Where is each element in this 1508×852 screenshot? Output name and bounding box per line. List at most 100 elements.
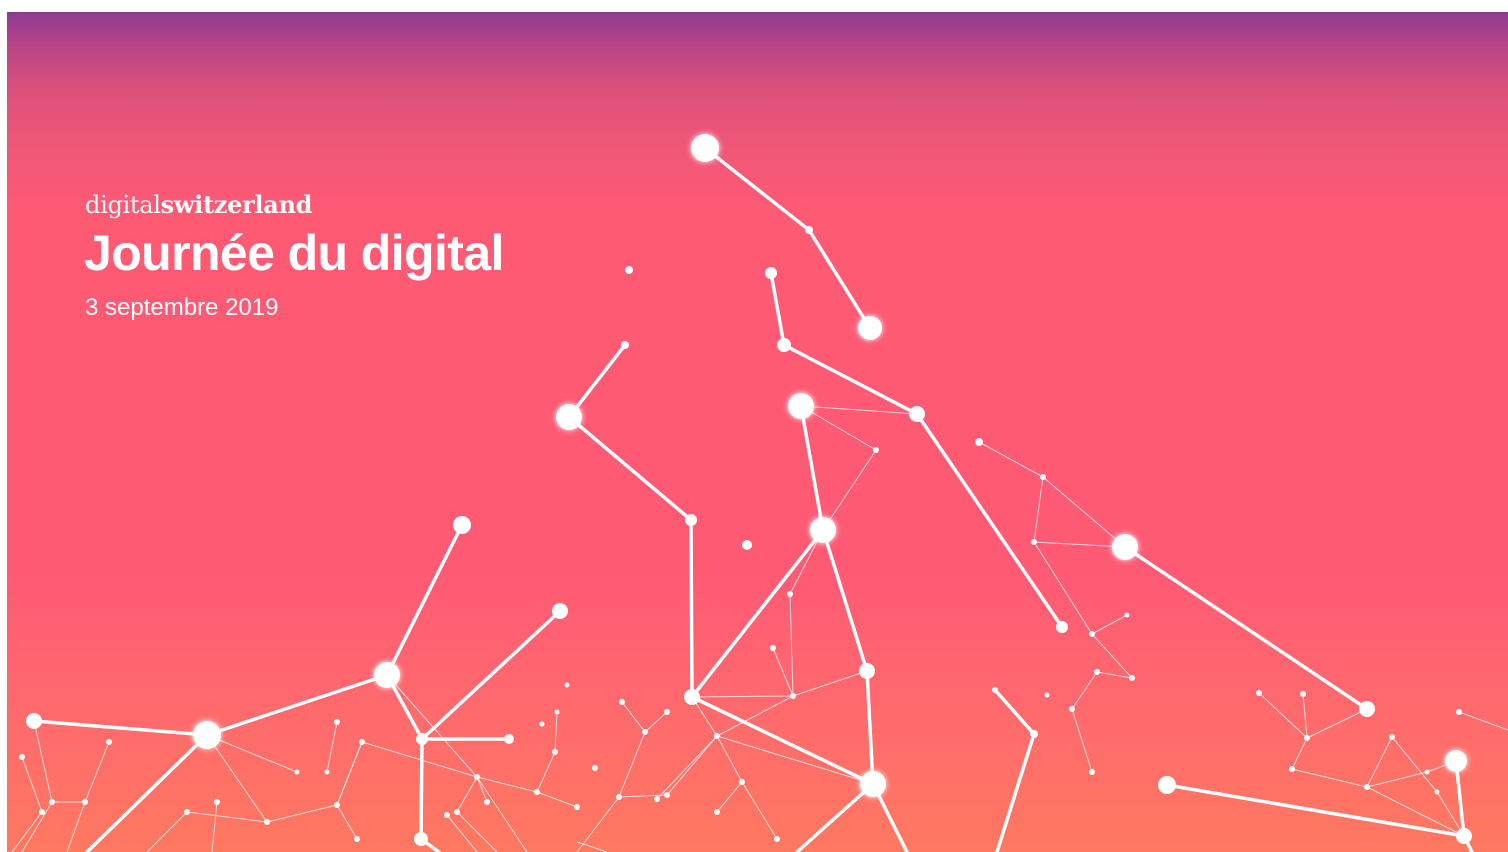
network-node — [664, 709, 670, 715]
network-thin-line — [691, 695, 794, 698]
network-line — [769, 271, 1064, 629]
network-node — [714, 809, 720, 815]
network-thin-line — [21, 801, 53, 852]
network-node — [642, 729, 648, 735]
network-node — [453, 516, 471, 534]
network-thin-line — [1033, 476, 1126, 548]
network-line — [32, 523, 464, 737]
network-node — [414, 832, 428, 846]
network-node — [592, 765, 598, 771]
network-thin-line — [336, 741, 363, 840]
network-node — [1089, 769, 1095, 775]
network-node — [359, 739, 365, 745]
network-thin-line — [206, 734, 578, 823]
network-node — [184, 809, 190, 815]
network-node — [774, 836, 780, 842]
network-node — [19, 754, 25, 760]
network-node — [1044, 692, 1050, 698]
network-node — [504, 734, 514, 744]
network-thin-line — [800, 405, 918, 415]
network-node — [324, 769, 330, 775]
network-thin-line — [656, 735, 718, 800]
network-node — [619, 699, 625, 705]
network-node-glow — [860, 771, 886, 797]
network-thin-line — [741, 781, 778, 840]
network-node — [534, 789, 540, 795]
network-thin-line — [618, 701, 668, 798]
network-node — [859, 663, 875, 679]
network-thin-line — [978, 441, 1126, 548]
event-title: Journée du digital — [84, 225, 504, 281]
network-node — [787, 591, 793, 597]
network-node — [416, 733, 428, 745]
event-date: 3 septembre 2019 — [85, 294, 279, 321]
network-node — [574, 804, 580, 810]
network-line — [703, 146, 872, 330]
network-node — [354, 836, 360, 842]
network-node — [554, 709, 560, 715]
network-node — [1129, 675, 1135, 681]
network-node — [1389, 734, 1395, 740]
network-line — [1123, 545, 1369, 711]
network-node — [1040, 474, 1046, 480]
network-node — [454, 809, 460, 815]
network-node — [739, 779, 745, 785]
network-thin-line — [1306, 708, 1368, 739]
network-node — [539, 721, 545, 727]
brand-logo-light: digital — [85, 191, 161, 219]
network-node — [770, 645, 776, 651]
network-thin-line — [1033, 541, 1134, 773]
network-node — [625, 266, 633, 274]
event-banner: digitalswitzerland Journée du digital 3 … — [7, 12, 1508, 852]
network-node — [1289, 766, 1295, 772]
network-thin-line — [644, 711, 668, 733]
network-node — [992, 687, 998, 693]
network-thin-line — [716, 735, 743, 813]
network-thin-line — [1458, 711, 1508, 731]
network-thin-line — [11, 756, 43, 852]
network-node — [1056, 621, 1068, 633]
network-thin-line — [576, 841, 608, 852]
network-node — [564, 682, 570, 688]
network-node — [621, 341, 629, 349]
network-thin-line — [1091, 614, 1128, 635]
network-node — [1359, 701, 1375, 717]
network-node — [777, 338, 791, 352]
network-node — [790, 693, 796, 699]
network-line — [1165, 759, 1466, 839]
network-node — [1434, 789, 1440, 795]
brand-logo: digitalswitzerland — [85, 190, 312, 219]
network-thin-line — [33, 720, 110, 803]
network-node — [714, 733, 720, 739]
network-node — [1124, 612, 1130, 618]
network-thin-line — [666, 735, 718, 796]
network-thin-line — [456, 776, 498, 852]
network-node — [1158, 776, 1176, 794]
network-node — [552, 749, 558, 755]
network-node — [1300, 691, 1306, 697]
network-thin-line — [1258, 692, 1308, 740]
network-thin-line — [211, 801, 218, 852]
network-line — [385, 609, 562, 742]
network-thin-line — [326, 721, 338, 773]
brand-logo-bold: switzerland — [160, 190, 313, 219]
network-thin-line — [206, 734, 298, 773]
network-node — [49, 799, 55, 805]
network-node — [552, 603, 568, 619]
network-node-glow — [556, 404, 582, 430]
network-node — [1456, 709, 1462, 715]
network-node — [1069, 706, 1075, 712]
network-node — [334, 719, 340, 725]
network-node — [106, 739, 112, 745]
network-node — [82, 799, 88, 805]
network-thin-line — [146, 811, 268, 852]
network-node — [474, 774, 480, 780]
network-node-glow — [788, 393, 814, 419]
network-thin-line — [1291, 736, 1393, 788]
network-thin-line — [66, 801, 86, 852]
network-node — [1094, 669, 1100, 675]
network-node — [1456, 828, 1472, 844]
network-node-glow — [1112, 534, 1138, 560]
network-node — [1304, 735, 1310, 741]
network-node — [1030, 730, 1038, 738]
